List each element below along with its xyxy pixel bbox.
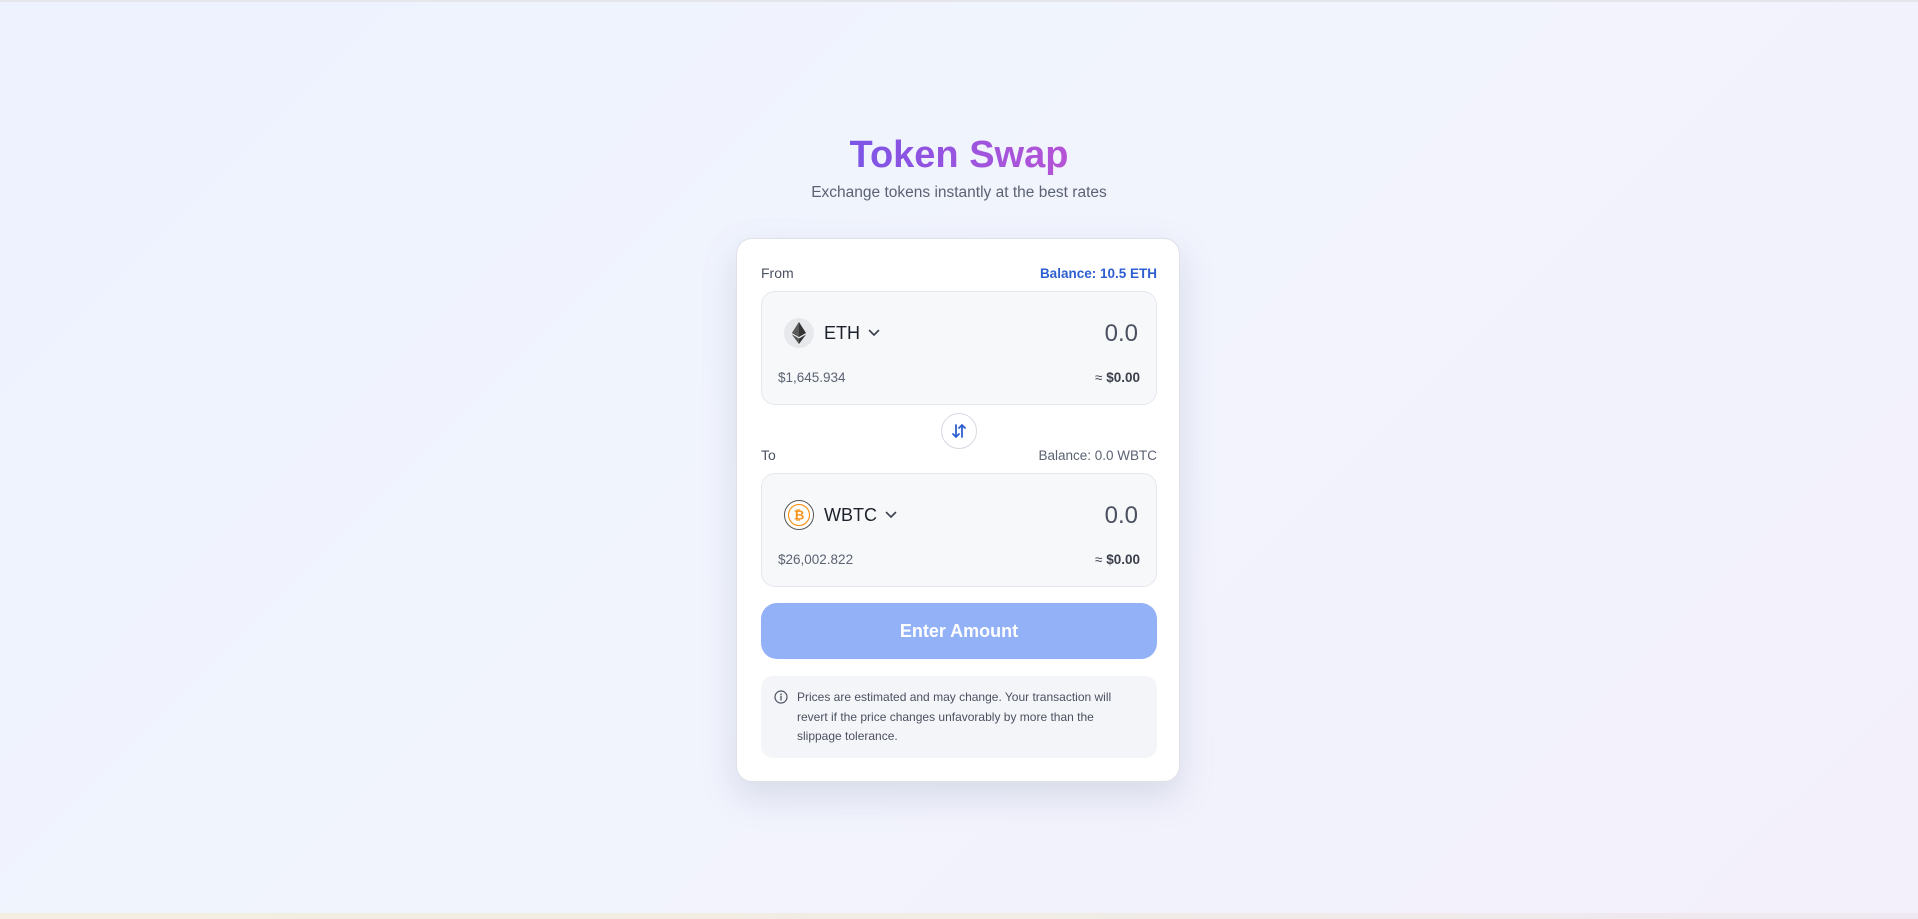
- to-token-symbol: WBTC: [824, 504, 877, 525]
- to-token-selector[interactable]: ₿ WBTC: [784, 498, 897, 532]
- to-label: To: [761, 447, 776, 463]
- from-amount-input[interactable]: [936, 316, 1140, 352]
- from-usd-value: $0.00: [1106, 370, 1140, 385]
- swap-direction-button[interactable]: [941, 413, 977, 449]
- to-token-price: $26,002.822: [778, 552, 854, 567]
- from-token-panel: ETH $1,645.934 ≈ $0.00: [761, 291, 1157, 405]
- chevron-down-icon: [885, 511, 897, 519]
- to-token-panel: ₿ WBTC $26,002.822 ≈ $0.00: [761, 473, 1157, 587]
- from-token-symbol: ETH: [824, 322, 860, 343]
- to-balance: Balance: 0.0 WBTC: [1038, 447, 1157, 463]
- window-bottom-border: [0, 913, 1918, 919]
- to-label-row: To Balance: 0.0 WBTC: [761, 445, 1157, 465]
- page-subtitle: Exchange tokens instantly at the best ra…: [811, 184, 1107, 201]
- price-notice: Prices are estimated and may change. You…: [761, 676, 1157, 758]
- bitcoin-icon: ₿: [784, 500, 814, 530]
- to-amount-input[interactable]: [936, 498, 1140, 534]
- chevron-down-icon: [868, 329, 880, 337]
- page-title: Token Swap: [850, 130, 1069, 180]
- page-header: Token Swap Exchange tokens instantly at …: [0, 130, 1918, 202]
- to-usd-value: $0.00: [1106, 552, 1140, 567]
- to-usd-prefix: ≈: [1095, 552, 1103, 567]
- from-label-row: From Balance: 10.5 ETH: [761, 263, 1157, 283]
- from-label: From: [761, 265, 794, 281]
- enter-amount-button[interactable]: Enter Amount: [761, 603, 1157, 659]
- from-token-price: $1,645.934: [778, 370, 846, 385]
- from-usd-estimate: ≈ $0.00: [1095, 370, 1140, 385]
- from-balance[interactable]: Balance: 10.5 ETH: [1040, 266, 1157, 281]
- ethereum-icon: [784, 318, 814, 348]
- swap-card: From Balance: 10.5 ETH ETH $1,645.934 ≈ …: [736, 238, 1180, 782]
- window-top-border: [0, 0, 1918, 2]
- info-icon: [774, 690, 788, 704]
- swap-arrows-icon: [952, 424, 966, 438]
- svg-text:₿: ₿: [794, 509, 805, 524]
- notice-text: Prices are estimated and may change. You…: [797, 690, 1112, 743]
- to-usd-estimate: ≈ $0.00: [1095, 552, 1140, 567]
- from-token-selector[interactable]: ETH: [784, 316, 880, 350]
- from-usd-prefix: ≈: [1095, 370, 1103, 385]
